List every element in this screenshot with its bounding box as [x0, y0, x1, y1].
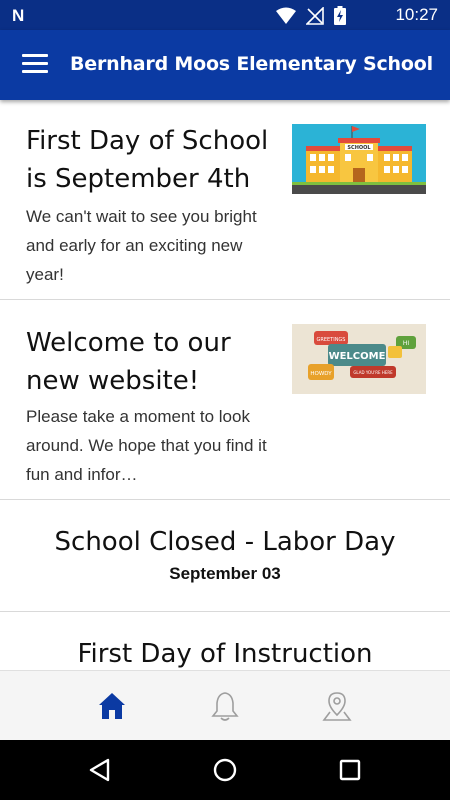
news-body: We can't wait to see you bright and earl… — [26, 207, 257, 284]
status-icons — [276, 6, 346, 25]
event-date: September 03 — [169, 564, 281, 583]
bubble-text: WELCOME — [329, 351, 386, 362]
feed-list: First Day of School is September 4th We … — [0, 100, 450, 670]
app-bar: Bernhard Moos Elementary School — [0, 30, 450, 100]
school-sign-text: SCHOOL — [347, 145, 371, 151]
news-title: Welcome to our new website! — [26, 328, 231, 396]
hamburger-menu-icon[interactable] — [22, 54, 48, 74]
app-screen: N 10:27 Bernhard Moos Elementary School — [0, 0, 450, 800]
map-pin-icon[interactable] — [320, 689, 354, 723]
bubble-text: GLAD YOU'RE HERE — [353, 370, 393, 375]
battery-charging-icon — [334, 6, 346, 25]
home-circle-icon[interactable] — [211, 756, 239, 784]
school-building-image: SCHOOL — [292, 124, 426, 194]
bubble-text: HOWDY — [310, 371, 332, 377]
event-title: First Day of Instruction — [77, 639, 373, 669]
bubble-text: GREETINGS — [317, 337, 346, 343]
recents-icon[interactable] — [336, 756, 364, 784]
notification-n-icon: N — [12, 6, 25, 25]
news-item[interactable]: Welcome to our new website! Please take … — [0, 300, 450, 500]
event-item[interactable]: First Day of Instruction — [0, 612, 450, 670]
no-signal-icon — [306, 6, 324, 25]
news-title: First Day of School is September 4th — [26, 126, 269, 194]
clock: 10:27 — [395, 5, 438, 24]
back-icon[interactable] — [86, 756, 114, 784]
welcome-speech-bubbles-image: GREETINGS WELCOME HI HOWDY GLAD YOU'RE H… — [292, 324, 426, 394]
bubble-text: HI — [403, 340, 410, 347]
bell-icon[interactable] — [208, 689, 242, 723]
wifi-icon — [276, 7, 296, 24]
news-item[interactable]: First Day of School is September 4th We … — [0, 100, 450, 300]
app-title: Bernhard Moos Elementary School — [70, 53, 433, 75]
news-body: Please take a moment to look around. We … — [26, 407, 267, 484]
status-bar: N 10:27 — [0, 0, 450, 30]
bottom-navigation — [0, 670, 450, 740]
event-title: School Closed - Labor Day — [54, 527, 396, 557]
home-icon[interactable] — [95, 689, 129, 723]
event-item[interactable]: School Closed - Labor Day September 03 — [0, 500, 450, 612]
system-navigation-bar — [0, 740, 450, 800]
